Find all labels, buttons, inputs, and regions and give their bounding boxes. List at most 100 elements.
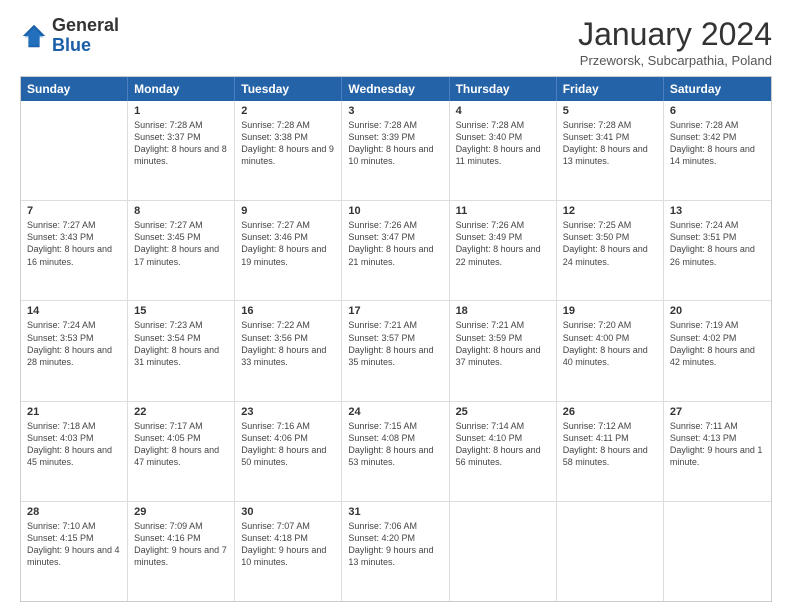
calendar-cell: 30 Sunrise: 7:07 AMSunset: 4:18 PMDayligh… [235,502,342,601]
logo-text: General Blue [52,16,119,56]
calendar-cell: 21 Sunrise: 7:18 AMSunset: 4:03 PMDayligh… [21,402,128,501]
cell-date: 4 [456,105,550,117]
cell-date: 21 [27,406,121,418]
logo-icon [20,22,48,50]
calendar-cell: 17Sunrise: 7:21 AMSunset: 3:57 PMDayligh… [342,301,449,400]
calendar-cell [450,502,557,601]
cell-info: Sunrise: 7:17 AMSunset: 4:05 PMDaylight:… [134,420,228,469]
cell-info: Sunrise: 7:23 AMSunset: 3:54 PMDaylight:… [134,319,228,368]
cell-date: 1 [134,105,228,117]
cell-date: 22 [134,406,228,418]
cell-info: Sunrise: 7:27 AMSunset: 3:46 PMDaylight:… [241,219,335,268]
cell-date: 17 [348,305,442,317]
week-row: 28 Sunrise: 7:10 AMSunset: 4:15 PMDayligh… [21,502,771,601]
calendar-cell: 11 Sunrise: 7:26 AMSunset: 3:49 PMDayligh… [450,201,557,300]
cell-info: Sunrise: 7:15 AMSunset: 4:08 PMDaylight:… [348,420,442,469]
logo: General Blue [20,16,119,56]
cell-date: 30 [241,506,335,518]
cell-info: Sunrise: 7:07 AMSunset: 4:18 PMDaylight:… [241,520,335,569]
cell-info: Sunrise: 7:24 AMSunset: 3:53 PMDaylight:… [27,319,121,368]
cell-date: 14 [27,305,121,317]
cell-info: Sunrise: 7:11 AMSunset: 4:13 PMDaylight:… [670,420,765,469]
calendar-cell [557,502,664,601]
cell-info: Sunrise: 7:12 AMSunset: 4:11 PMDaylight:… [563,420,657,469]
week-row: 14 Sunrise: 7:24 AMSunset: 3:53 PMDayligh… [21,301,771,401]
cell-info: Sunrise: 7:10 AMSunset: 4:15 PMDaylight:… [27,520,121,569]
cell-date: 28 [27,506,121,518]
calendar-cell: 29Sunrise: 7:09 AMSunset: 4:16 PMDayligh… [128,502,235,601]
cell-date: 12 [563,205,657,217]
header: General Blue January 2024 Przeworsk, Sub… [20,16,772,68]
cell-info: Sunrise: 7:27 AMSunset: 3:45 PMDaylight:… [134,219,228,268]
calendar-cell: 14 Sunrise: 7:24 AMSunset: 3:53 PMDayligh… [21,301,128,400]
page: General Blue January 2024 Przeworsk, Sub… [0,0,792,612]
cell-info: Sunrise: 7:22 AMSunset: 3:56 PMDaylight:… [241,319,335,368]
weeks: 1 Sunrise: 7:28 AMSunset: 3:37 PMDaylight… [21,101,771,601]
calendar-cell: 13 Sunrise: 7:24 AMSunset: 3:51 PMDayligh… [664,201,771,300]
cell-info: Sunrise: 7:28 AMSunset: 3:42 PMDaylight:… [670,119,765,168]
week-row: 1 Sunrise: 7:28 AMSunset: 3:37 PMDaylight… [21,101,771,201]
week-row: 7 Sunrise: 7:27 AMSunset: 3:43 PMDaylight… [21,201,771,301]
calendar-cell: 31 Sunrise: 7:06 AMSunset: 4:20 PMDayligh… [342,502,449,601]
cell-date: 13 [670,205,765,217]
day-header: Tuesday [235,77,342,101]
calendar-cell [21,101,128,200]
day-header: Friday [557,77,664,101]
calendar-cell: 23 Sunrise: 7:16 AMSunset: 4:06 PMDayligh… [235,402,342,501]
cell-info: Sunrise: 7:28 AMSunset: 3:37 PMDaylight:… [134,119,228,168]
cell-date: 8 [134,205,228,217]
calendar-cell: 2Sunrise: 7:28 AMSunset: 3:38 PMDaylight… [235,101,342,200]
calendar-cell: 16Sunrise: 7:22 AMSunset: 3:56 PMDayligh… [235,301,342,400]
day-header: Wednesday [342,77,449,101]
cell-date: 18 [456,305,550,317]
day-header: Thursday [450,77,557,101]
calendar-cell: 6 Sunrise: 7:28 AMSunset: 3:42 PMDaylight… [664,101,771,200]
calendar-cell: 20Sunrise: 7:19 AMSunset: 4:02 PMDayligh… [664,301,771,400]
day-header: Sunday [21,77,128,101]
cell-info: Sunrise: 7:16 AMSunset: 4:06 PMDaylight:… [241,420,335,469]
cell-date: 19 [563,305,657,317]
logo-blue: Blue [52,35,91,55]
calendar-cell: 15 Sunrise: 7:23 AMSunset: 3:54 PMDayligh… [128,301,235,400]
cell-info: Sunrise: 7:26 AMSunset: 3:49 PMDaylight:… [456,219,550,268]
cell-info: Sunrise: 7:28 AMSunset: 3:40 PMDaylight:… [456,119,550,168]
month-title: January 2024 [578,16,772,53]
cell-date: 10 [348,205,442,217]
cell-date: 11 [456,205,550,217]
calendar-cell: 10Sunrise: 7:26 AMSunset: 3:47 PMDayligh… [342,201,449,300]
cell-info: Sunrise: 7:14 AMSunset: 4:10 PMDaylight:… [456,420,550,469]
calendar-cell [664,502,771,601]
cell-date: 15 [134,305,228,317]
cell-date: 7 [27,205,121,217]
cell-date: 31 [348,506,442,518]
calendar-cell: 24Sunrise: 7:15 AMSunset: 4:08 PMDayligh… [342,402,449,501]
cell-info: Sunrise: 7:27 AMSunset: 3:43 PMDaylight:… [27,219,121,268]
cell-date: 9 [241,205,335,217]
calendar-cell: 18Sunrise: 7:21 AMSunset: 3:59 PMDayligh… [450,301,557,400]
calendar-cell: 4 Sunrise: 7:28 AMSunset: 3:40 PMDaylight… [450,101,557,200]
cell-date: 5 [563,105,657,117]
cell-date: 23 [241,406,335,418]
calendar-cell: 22 Sunrise: 7:17 AMSunset: 4:05 PMDayligh… [128,402,235,501]
cell-date: 6 [670,105,765,117]
day-header: Monday [128,77,235,101]
week-row: 21 Sunrise: 7:18 AMSunset: 4:03 PMDayligh… [21,402,771,502]
calendar-cell: 19Sunrise: 7:20 AMSunset: 4:00 PMDayligh… [557,301,664,400]
calendar-cell: 3Sunrise: 7:28 AMSunset: 3:39 PMDaylight… [342,101,449,200]
calendar-cell: 7 Sunrise: 7:27 AMSunset: 3:43 PMDaylight… [21,201,128,300]
calendar-cell: 26Sunrise: 7:12 AMSunset: 4:11 PMDayligh… [557,402,664,501]
cell-info: Sunrise: 7:24 AMSunset: 3:51 PMDaylight:… [670,219,765,268]
cell-date: 3 [348,105,442,117]
cell-info: Sunrise: 7:28 AMSunset: 3:41 PMDaylight:… [563,119,657,168]
cell-info: Sunrise: 7:18 AMSunset: 4:03 PMDaylight:… [27,420,121,469]
calendar-cell: 9 Sunrise: 7:27 AMSunset: 3:46 PMDaylight… [235,201,342,300]
calendar-cell: 12 Sunrise: 7:25 AMSunset: 3:50 PMDayligh… [557,201,664,300]
cell-info: Sunrise: 7:06 AMSunset: 4:20 PMDaylight:… [348,520,442,569]
cell-date: 27 [670,406,765,418]
calendar-cell: 8 Sunrise: 7:27 AMSunset: 3:45 PMDaylight… [128,201,235,300]
cell-date: 29 [134,506,228,518]
calendar-cell: 1 Sunrise: 7:28 AMSunset: 3:37 PMDaylight… [128,101,235,200]
cell-info: Sunrise: 7:25 AMSunset: 3:50 PMDaylight:… [563,219,657,268]
calendar-cell: 5 Sunrise: 7:28 AMSunset: 3:41 PMDaylight… [557,101,664,200]
day-header: Saturday [664,77,771,101]
